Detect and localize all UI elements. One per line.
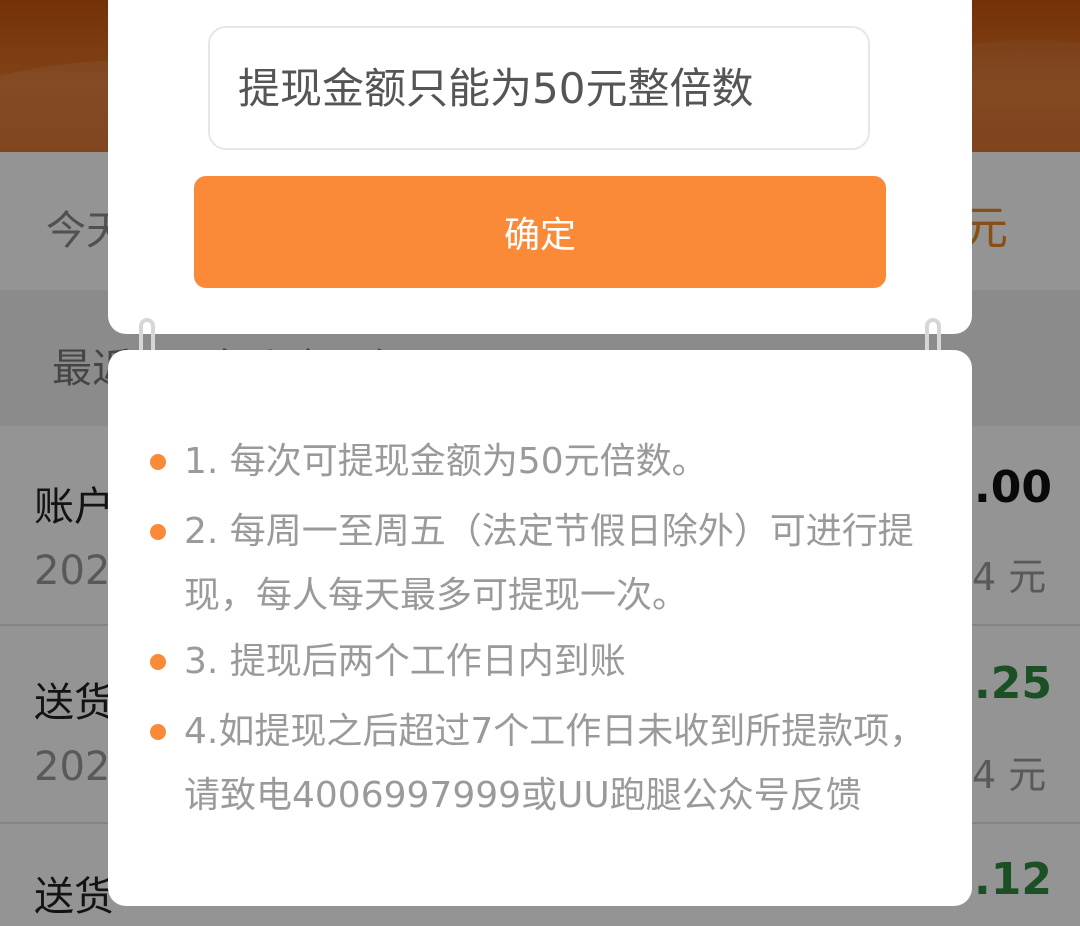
rule-item-4: 4.如提现之后超过7个工作日未收到所提款项，请致电4006997999或UU跑腿… [184, 711, 926, 816]
bullet-dot [150, 524, 166, 540]
rule-item-3: 3. 提现后两个工作日内到账 [184, 641, 626, 682]
confirm-button[interactable]: 确定 [194, 176, 886, 288]
bullet-dot [150, 724, 166, 740]
bullet-dot [150, 654, 166, 670]
withdraw-amount-input[interactable] [208, 26, 870, 150]
withdraw-dialog: 确定 [108, 0, 972, 334]
withdraw-rules-card: 1. 每次可提现金额为50元倍数。 2. 每周一至周五（法定节假日除外）可进行提… [108, 350, 972, 906]
rule-item-1: 1. 每次可提现金额为50元倍数。 [184, 441, 708, 482]
bullet-dot [150, 454, 166, 470]
rule-item-2: 2. 每周一至周五（法定节假日除外）可进行提现，每人每天最多可提现一次。 [184, 511, 914, 616]
